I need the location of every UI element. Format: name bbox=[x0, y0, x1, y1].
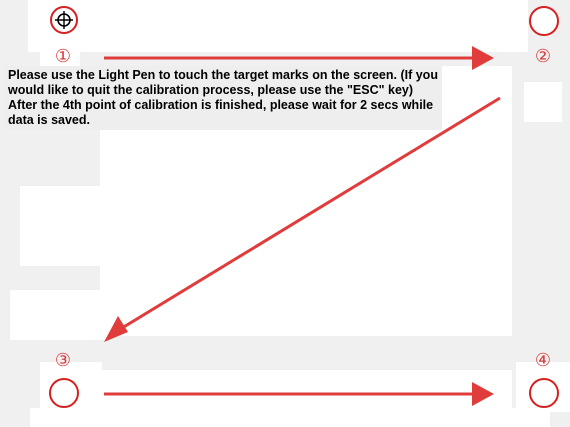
arrow-icon bbox=[104, 382, 494, 406]
circle-target-icon[interactable] bbox=[49, 378, 79, 408]
circle-target-icon[interactable] bbox=[529, 378, 559, 408]
crosshair-target-icon[interactable] bbox=[50, 6, 78, 34]
arrow-icon bbox=[104, 96, 501, 342]
arrow-icon bbox=[104, 46, 494, 70]
circle-target-icon[interactable] bbox=[529, 6, 559, 36]
calibration-overlay bbox=[49, 6, 559, 408]
calibration-screen: { "instructions": "Please use the Light … bbox=[0, 0, 570, 427]
